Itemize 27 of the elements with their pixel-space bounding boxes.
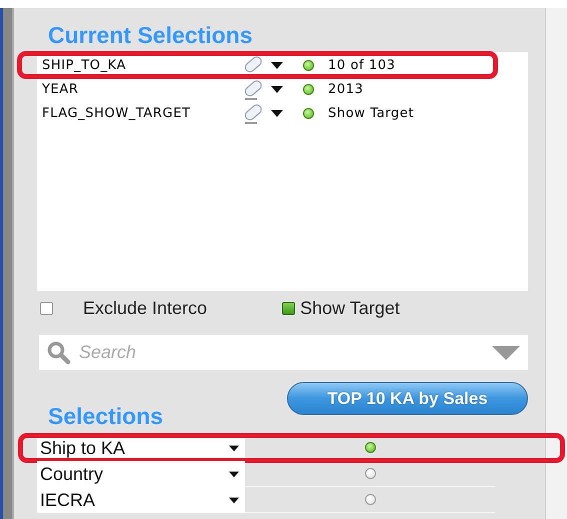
status-dot <box>303 108 314 118</box>
caret-icon[interactable] <box>229 470 239 478</box>
caret-icon[interactable] <box>229 444 239 452</box>
caret-icon[interactable] <box>271 62 283 68</box>
status-dot <box>303 84 314 94</box>
checkbox-label: Exclude Interco <box>83 298 208 318</box>
section-title: Current Selections <box>47 22 254 48</box>
caret-icon[interactable] <box>271 86 283 92</box>
search-icon <box>47 340 71 364</box>
caret-icon[interactable] <box>229 496 239 504</box>
field-name: SHIP_TO_KA <box>41 58 128 72</box>
listbox-selector[interactable]: IECRA <box>37 487 245 513</box>
dropdown-arrow-icon[interactable] <box>492 346 520 360</box>
selection-value: 10 of 103 <box>328 58 396 72</box>
checkbox-label: Show Target <box>300 298 400 318</box>
field-name: YEAR <box>41 82 80 96</box>
field-name: FLAG_SHOW_TARGET <box>41 106 192 120</box>
search-field[interactable]: Search <box>39 335 528 370</box>
checkbox[interactable] <box>40 302 53 314</box>
selection-value: 2013 <box>328 82 364 96</box>
section-title: Selections <box>47 403 164 429</box>
listbox-selector[interactable]: Country <box>37 461 245 487</box>
status-dot <box>303 60 314 70</box>
caret-icon[interactable] <box>271 110 283 116</box>
selection-value: Show Target <box>328 106 414 120</box>
search-input[interactable]: Search <box>77 341 492 364</box>
checkbox[interactable] <box>282 302 296 314</box>
